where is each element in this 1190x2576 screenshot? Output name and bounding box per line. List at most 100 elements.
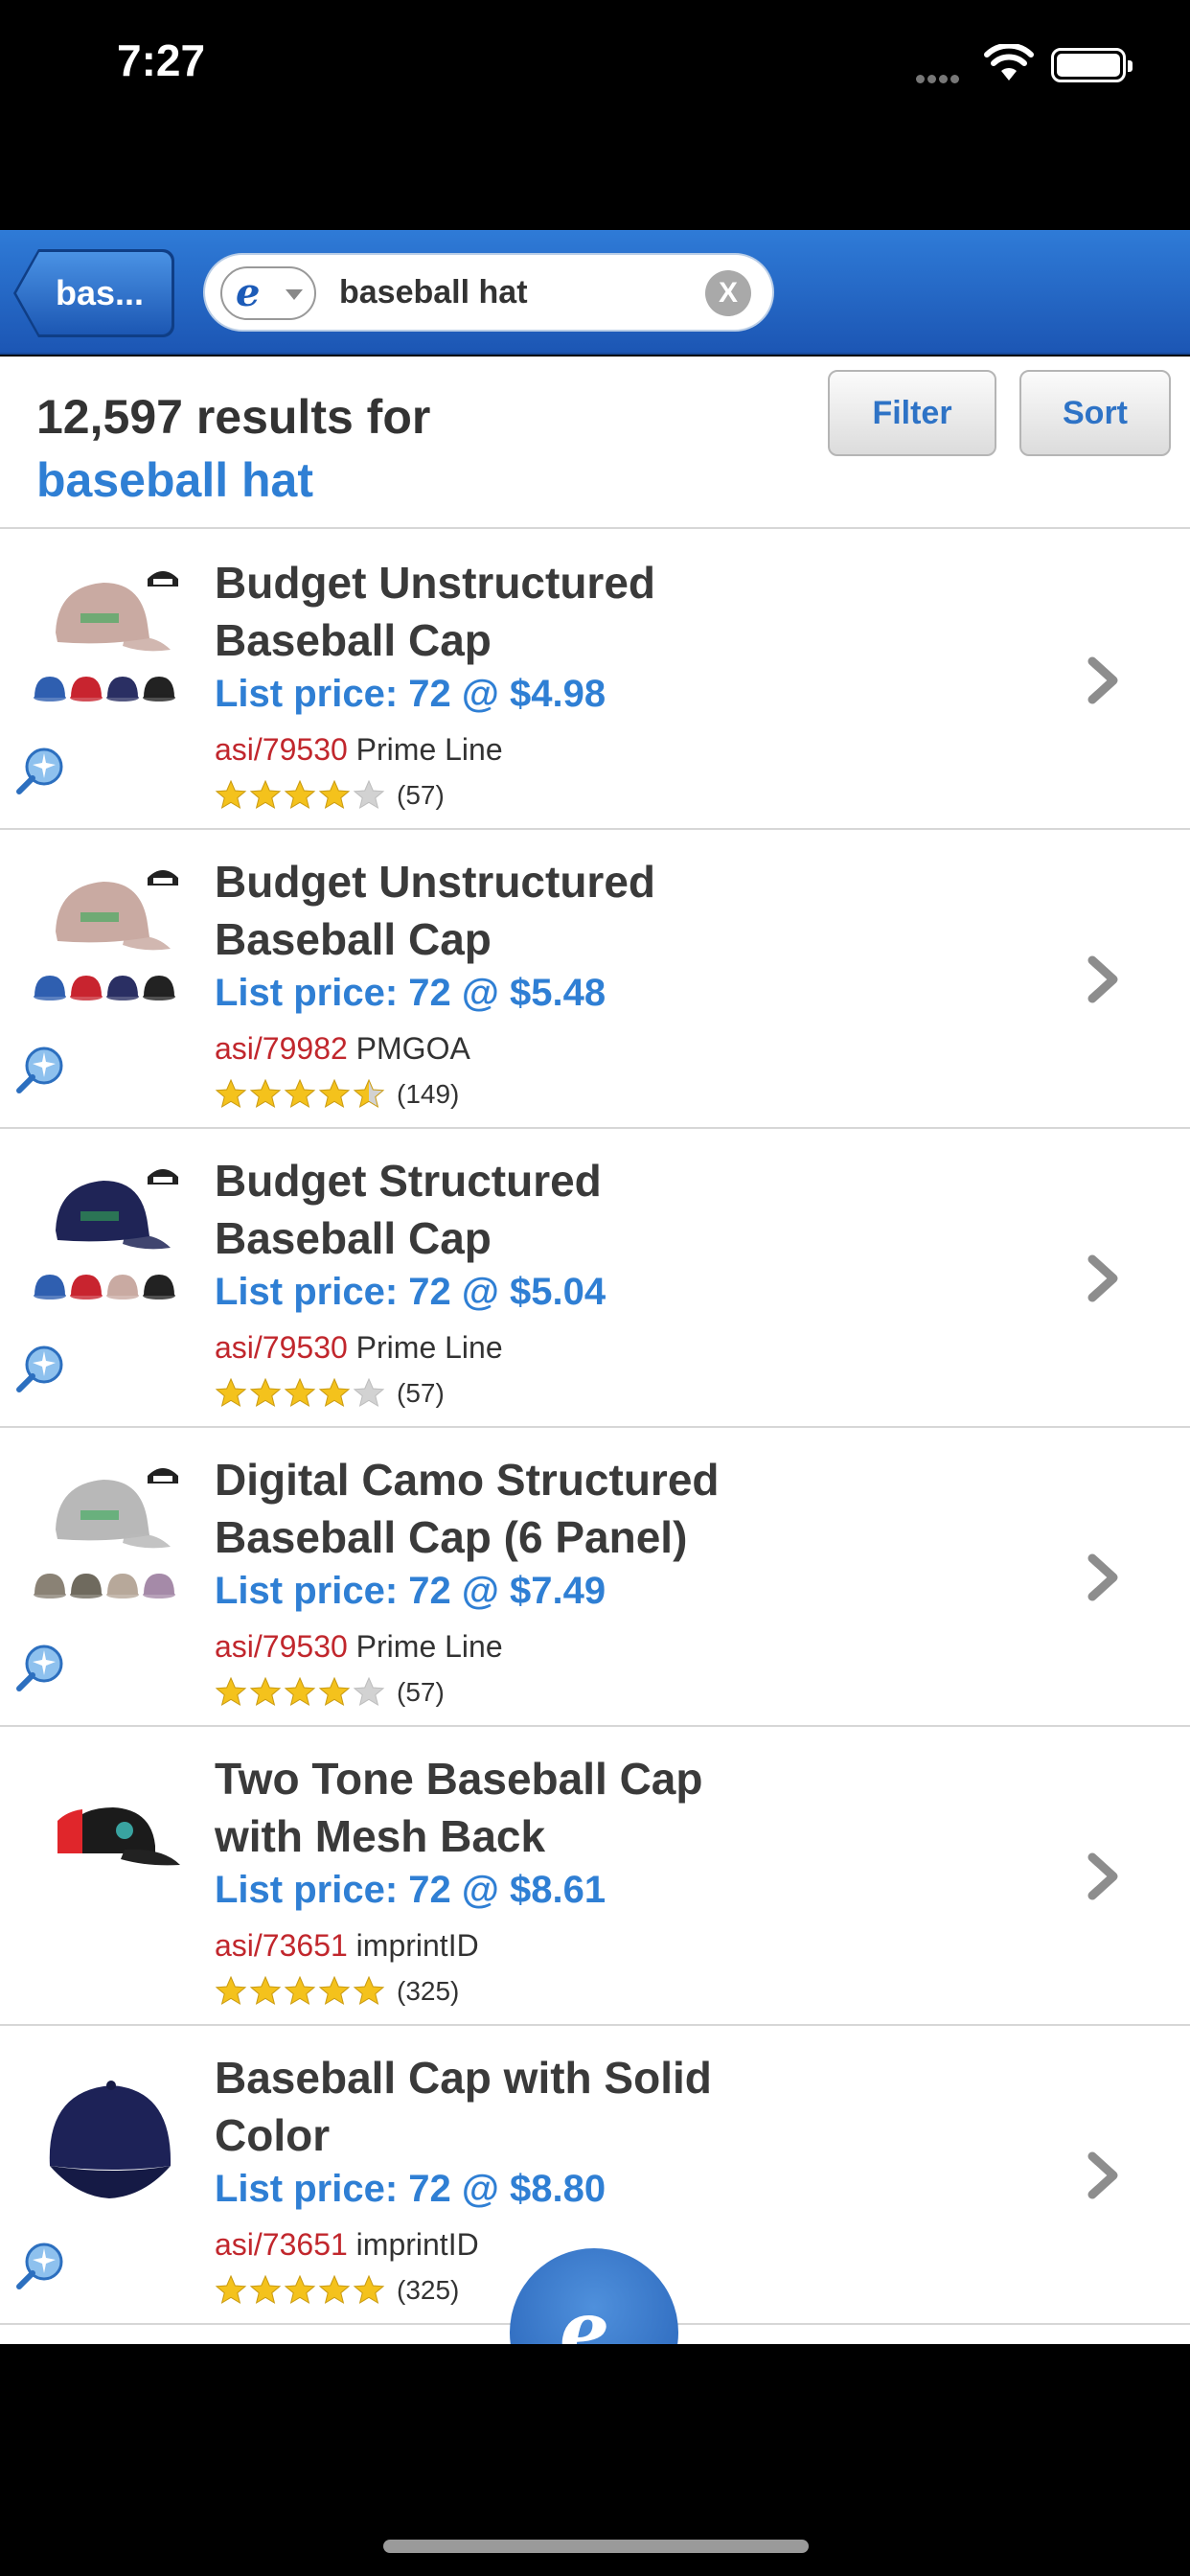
magnifier-badge-icon (16, 1346, 63, 1392)
back-button[interactable]: bas... (13, 249, 174, 337)
esp-logo-icon: e (236, 270, 261, 315)
review-count: (57) (397, 780, 445, 810)
star-empty-icon (353, 779, 385, 810)
rating-stars (215, 1377, 387, 1410)
rating: (57) (215, 1675, 445, 1710)
product-price: List price: 72 @ $8.61 (215, 1869, 606, 1911)
asi-number: asi/79530 (215, 732, 348, 767)
status-bar: 7:27 (0, 0, 1190, 230)
magnifier-badge-icon (16, 1046, 63, 1093)
star-filled-icon (318, 1676, 351, 1707)
magnifier-badge-icon (16, 748, 63, 794)
list-item[interactable]: Digital Camo Structured Baseball Cap (6 P… (0, 1428, 1190, 1727)
review-count: (325) (397, 1976, 460, 2006)
review-count: (57) (397, 1378, 445, 1408)
rating-stars (215, 1078, 387, 1111)
esp-home-button[interactable]: e (510, 2248, 678, 2344)
search-input[interactable]: e baseball hat X (203, 253, 774, 332)
results-header: 12,597 results for baseball hat Filter S… (0, 356, 1190, 529)
list-item[interactable]: Budget Unstructured Baseball Cap List pri… (0, 531, 1190, 830)
asi-number: asi/73651 (215, 1928, 348, 1963)
star-filled-icon (318, 1377, 351, 1408)
product-thumbnail (34, 1169, 178, 1300)
chevron-right-icon (1087, 1553, 1118, 1601)
chevron-right-icon (1087, 656, 1118, 704)
filter-button[interactable]: Filter (828, 370, 996, 456)
review-count: (149) (397, 1079, 460, 1109)
fab-container: e (0, 2248, 1190, 2344)
search-engine-selector[interactable]: e (220, 266, 316, 320)
product-title: Two Tone Baseball Cap with Mesh Back (215, 1754, 703, 1861)
star-filled-icon (284, 779, 316, 810)
chevron-right-icon (1087, 1254, 1118, 1302)
product-title: Budget Unstructured Baseball Cap (215, 857, 655, 964)
results-count: 12,597 results for (36, 390, 431, 444)
product-supplier: asi/79982 PMGOA (215, 1031, 470, 1067)
results-query: baseball hat (36, 453, 313, 507)
supplier-name: PMGOA (355, 1031, 470, 1066)
chevron-right-icon (1087, 1852, 1118, 1900)
star-filled-icon (249, 1676, 282, 1707)
rating: (57) (215, 1376, 445, 1411)
supplier-name: Prime Line (355, 1629, 503, 1664)
home-indicator[interactable] (383, 2540, 809, 2553)
star-filled-icon (284, 1676, 316, 1707)
product-price: List price: 72 @ $5.48 (215, 972, 606, 1014)
chevron-right-icon (1087, 2151, 1118, 2199)
results-panel: 12,597 results for baseball hat Filter S… (0, 356, 1190, 2344)
product-price: List price: 72 @ $4.98 (215, 673, 606, 715)
product-thumbnail (34, 1468, 178, 1598)
chevron-right-icon (1087, 955, 1118, 1003)
product-supplier: asi/73651 imprintID (215, 1928, 479, 1964)
back-button-label: bas... (56, 273, 145, 312)
wifi-icon (984, 44, 1034, 80)
list-item[interactable]: Budget Structured Baseball Cap List price… (0, 1129, 1190, 1428)
star-filled-icon (215, 1078, 247, 1109)
star-half-icon (353, 1078, 385, 1109)
battery-icon (1051, 48, 1133, 82)
clear-search-button[interactable]: X (705, 270, 751, 316)
rating-stars (215, 1975, 387, 2008)
status-time: 7:27 (117, 35, 206, 85)
star-filled-icon (353, 1975, 385, 2006)
rating-stars (215, 1676, 387, 1709)
star-filled-icon (284, 1975, 316, 2006)
magnifier-badge-icon (16, 1644, 63, 1691)
rating: (57) (215, 778, 445, 813)
star-empty-icon (353, 1676, 385, 1707)
product-thumbnail (34, 571, 178, 702)
star-filled-icon (215, 1676, 247, 1707)
star-filled-icon (249, 1975, 282, 2006)
product-price: List price: 72 @ $8.80 (215, 2168, 606, 2210)
star-filled-icon (318, 1078, 351, 1109)
rating-stars (215, 779, 387, 812)
list-item[interactable]: Budget Unstructured Baseball Cap List pri… (0, 830, 1190, 1129)
esp-logo-icon: e (560, 2285, 610, 2344)
bottom-safe-area (0, 2344, 1190, 2576)
rating: (149) (215, 1077, 459, 1112)
star-filled-icon (249, 1377, 282, 1408)
product-title: Baseball Cap with Solid Color (215, 2053, 712, 2160)
star-filled-icon (318, 1975, 351, 2006)
app-header: bas... e baseball hat X (0, 230, 1190, 355)
star-filled-icon (249, 779, 282, 810)
rating: (325) (215, 1974, 459, 2009)
star-filled-icon (284, 1377, 316, 1408)
star-filled-icon (215, 1377, 247, 1408)
supplier-name: Prime Line (355, 732, 503, 767)
product-title: Budget Unstructured Baseball Cap (215, 558, 655, 665)
product-supplier: asi/79530 Prime Line (215, 1629, 503, 1665)
asi-number: asi/79530 (215, 1330, 348, 1365)
list-item[interactable]: Two Tone Baseball Cap with Mesh Back List… (0, 1727, 1190, 2026)
sort-button[interactable]: Sort (1019, 370, 1171, 456)
star-filled-icon (318, 779, 351, 810)
product-thumbnail (34, 870, 178, 1000)
product-thumbnail (49, 2081, 172, 2198)
product-price: List price: 72 @ $7.49 (215, 1570, 606, 1612)
asi-number: asi/79982 (215, 1031, 348, 1066)
asi-number: asi/79530 (215, 1629, 348, 1664)
product-supplier: asi/79530 Prime Line (215, 732, 503, 768)
product-thumbnail (57, 1807, 180, 1866)
product-supplier: asi/79530 Prime Line (215, 1330, 503, 1366)
star-filled-icon (284, 1078, 316, 1109)
